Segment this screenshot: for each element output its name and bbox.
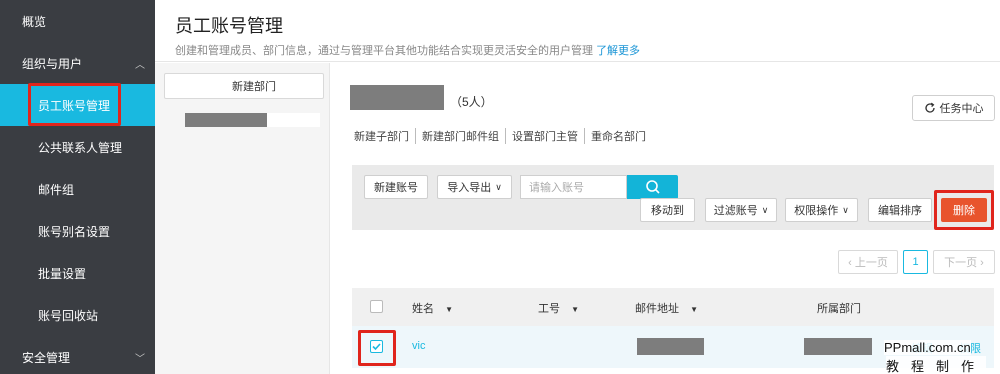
description-text: 创建和管理成员、部门信息，通过与管理平台其他功能结合实现更灵活安全的用户管理 <box>175 45 593 57</box>
chevron-down-icon: ∨ <box>495 181 502 192</box>
sidebar-section-label: 组织与用户 <box>22 56 83 71</box>
main-content: （5人） 任务中心 新建子部门 新建部门邮件组 设置部门主管 重命名部门 新建账… <box>330 63 1000 374</box>
sidebar-item-label: 公共联系人管理 <box>38 140 123 155</box>
chevron-up-icon: ︿ <box>135 59 145 71</box>
filter-accounts-dropdown[interactable]: 过滤账号 ∨ <box>705 198 777 222</box>
redacted-department <box>804 338 872 355</box>
task-center-button[interactable]: 任务中心 <box>912 95 995 121</box>
chevron-down-icon: ∨ <box>842 204 849 215</box>
page-description: 创建和管理成员、部门信息，通过与管理平台其他功能结合实现更灵活安全的用户管理 了… <box>175 42 640 58</box>
delete-button[interactable]: 删除 <box>941 198 987 222</box>
refresh-icon <box>924 102 935 113</box>
chevron-down-icon: ∨ <box>761 204 769 215</box>
column-header-department: 所属部门 <box>817 303 861 315</box>
sidebar-item-label: 邮件组 <box>38 182 75 197</box>
task-center-label: 任务中心 <box>939 103 984 115</box>
new-department-button[interactable]: 新建部门 <box>164 73 324 99</box>
prev-page-button[interactable]: ‹ 上一页 <box>838 250 898 274</box>
column-label: 姓名 <box>412 303 434 315</box>
search-input[interactable]: 请输入账号 <box>520 175 627 199</box>
move-to-button[interactable]: 移动到 <box>640 198 695 222</box>
sort-down-icon: ▼ <box>571 305 579 314</box>
sidebar-section-security[interactable]: 安全管理 ﹀ <box>0 336 155 374</box>
search-icon <box>645 180 660 194</box>
sort-down-icon: ▼ <box>690 305 698 314</box>
page-title: 员工账号管理 <box>175 16 283 36</box>
new-subdepartment-link[interactable]: 新建子部门 <box>354 128 415 144</box>
row-name-link[interactable]: vic <box>412 340 425 352</box>
sidebar-item-batch-settings[interactable]: 批量设置 <box>0 252 155 294</box>
department-actions: 新建子部门 新建部门邮件组 设置部门主管 重命名部门 <box>354 128 652 144</box>
sidebar-item-label: 员工账号管理 <box>38 98 111 113</box>
select-all-checkbox[interactable] <box>370 300 383 313</box>
sidebar-item-mail-groups[interactable]: 邮件组 <box>0 168 155 210</box>
column-header-email[interactable]: 邮件地址 ▼ <box>635 300 698 316</box>
sidebar-item-label: 概览 <box>22 14 47 29</box>
current-page-button[interactable]: 1 <box>903 250 928 274</box>
column-header-employee-id[interactable]: 工号 ▼ <box>538 300 579 316</box>
sidebar-section-org[interactable]: 组织与用户 ︿ <box>0 42 155 84</box>
table-header: 姓名 ▼ 工号 ▼ 邮件地址 ▼ 所属部门 <box>352 288 994 326</box>
filter-label: 过滤账号 <box>713 205 758 217</box>
page-header: 员工账号管理 创建和管理成员、部门信息，通过与管理平台其他功能结合实现更灵活安全… <box>155 0 1000 62</box>
rename-department-link[interactable]: 重命名部门 <box>584 128 652 144</box>
edit-order-button[interactable]: 编辑排序 <box>868 198 932 222</box>
sidebar-item-employee-accounts[interactable]: 员工账号管理 <box>0 84 155 126</box>
sidebar-section-label: 安全管理 <box>22 350 71 365</box>
member-count: （5人） <box>450 95 493 109</box>
watermark: PPmall.com.cn <box>884 340 971 355</box>
permissions-label: 权限操作 <box>794 205 839 217</box>
department-panel: 新建部门 <box>155 63 330 374</box>
sidebar-item-label: 批量设置 <box>38 266 87 281</box>
sidebar-item-overview[interactable]: 概览 <box>0 0 155 42</box>
learn-more-link[interactable]: 了解更多 <box>596 45 640 57</box>
column-label: 工号 <box>538 303 560 315</box>
new-account-button[interactable]: 新建账号 <box>364 175 428 199</box>
permissions-dropdown[interactable]: 权限操作 ∨ <box>785 198 858 222</box>
sort-down-icon: ▼ <box>445 305 453 314</box>
sidebar-item-public-contacts[interactable]: 公共联系人管理 <box>0 126 155 168</box>
row-checkbox[interactable] <box>370 340 383 353</box>
chevron-down-icon: ﹀ <box>135 353 145 365</box>
import-export-label: 导入导出 <box>447 182 492 194</box>
redacted-department-title <box>350 85 444 110</box>
account-toolbar: 新建账号 导入导出 ∨ 请输入账号 移动到 过滤账号 ∨ 权限操作 ∨ 编辑排序… <box>352 165 994 230</box>
column-header-name[interactable]: 姓名 ▼ <box>412 300 453 316</box>
sidebar-item-label: 账号回收站 <box>38 308 99 323</box>
department-tree-item[interactable] <box>185 113 320 127</box>
watermark-caption: 教程制作 <box>886 356 987 374</box>
import-export-dropdown[interactable]: 导入导出 ∨ <box>437 175 512 199</box>
redacted-department-name <box>185 113 267 127</box>
sidebar-item-account-alias[interactable]: 账号别名设置 <box>0 210 155 252</box>
next-page-button[interactable]: 下一页 › <box>933 250 995 274</box>
set-department-head-link[interactable]: 设置部门主管 <box>505 128 584 144</box>
sidebar-item-recycle-bin[interactable]: 账号回收站 <box>0 294 155 336</box>
redacted-email <box>637 338 704 355</box>
sidebar: 概览 组织与用户 ︿ 员工账号管理 公共联系人管理 邮件组 账号别名设置 批量设… <box>0 0 155 374</box>
column-label: 邮件地址 <box>635 303 679 315</box>
search-button[interactable] <box>627 175 678 199</box>
new-department-mailgroup-link[interactable]: 新建部门邮件组 <box>415 128 505 144</box>
sidebar-item-label: 账号别名设置 <box>38 224 111 239</box>
check-icon <box>372 343 381 351</box>
